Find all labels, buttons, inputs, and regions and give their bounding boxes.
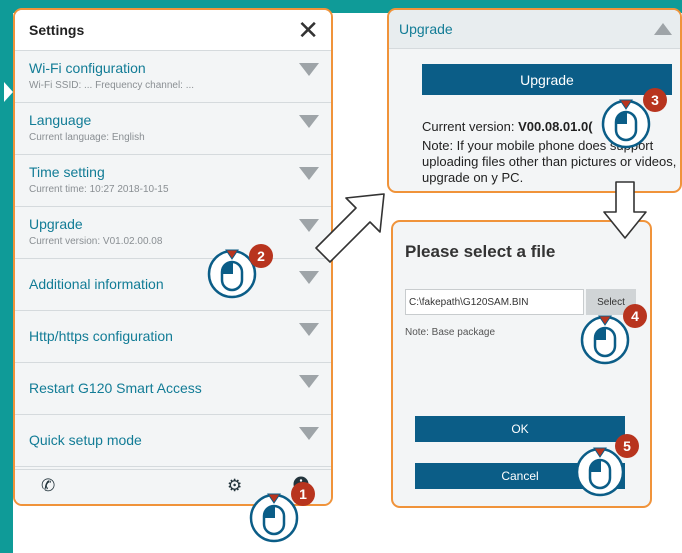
upgrade-button[interactable]: Upgrade [422, 64, 672, 95]
upgrade-title: Upgrade [399, 21, 453, 37]
menu-item-language[interactable]: Language Current language: English [15, 103, 331, 155]
chevron-down-icon[interactable] [299, 115, 319, 128]
version-label: Current version: [422, 119, 515, 134]
step-badge-1: 1 [291, 482, 315, 506]
menu-item-restart[interactable]: Restart G120 Smart Access [15, 363, 331, 415]
step-badge-3: 3 [643, 88, 667, 112]
settings-header: Settings ✕ [15, 10, 331, 51]
current-version: Current version: V00.08.01.0( [422, 119, 593, 134]
dialog-title: Please select a file [405, 242, 556, 261]
close-icon[interactable]: ✕ [297, 17, 319, 43]
menu-item-subtext: Current time: 10:27 2018-10-15 [29, 184, 169, 195]
flow-arrow-diagonal-icon [315, 193, 385, 263]
flow-arrow-down-icon [603, 181, 647, 239]
menu-item-label: Time setting [29, 164, 105, 180]
menu-item-label: Restart G120 Smart Access [29, 380, 202, 396]
chevron-up-icon[interactable] [654, 23, 672, 35]
file-path-input[interactable]: C:\fakepath\G120SAM.BIN [405, 289, 584, 315]
chevron-down-icon[interactable] [299, 63, 319, 76]
menu-item-quick-setup-mode[interactable]: Quick setup mode [15, 415, 331, 467]
gear-icon[interactable]: ⚙ [227, 476, 242, 496]
menu-item-subtext: Wi-Fi SSID: ... Frequency channel: ... [29, 80, 195, 91]
menu-item-upgrade[interactable]: Upgrade Current version: V01.02.00.08 [15, 207, 331, 259]
chevron-down-icon[interactable] [299, 323, 319, 336]
step-badge-5: 5 [615, 434, 639, 458]
menu-item-wifi-configuration[interactable]: Wi-Fi configuration Wi-Fi SSID: ... Freq… [15, 51, 331, 103]
step-badge-2: 2 [249, 244, 273, 268]
settings-title: Settings [29, 22, 85, 38]
menu-item-label: Quick setup mode [29, 432, 142, 448]
menu-item-label: Upgrade [29, 216, 83, 232]
chevron-down-icon[interactable] [299, 375, 319, 388]
left-notch-arrow [4, 82, 13, 102]
menu-item-time-setting[interactable]: Time setting Current time: 10:27 2018-10… [15, 155, 331, 207]
menu-item-label: Http/https configuration [29, 328, 173, 344]
upgrade-header[interactable]: Upgrade [389, 10, 680, 49]
step-badge-4: 4 [623, 304, 647, 328]
ok-button[interactable]: OK [415, 416, 625, 442]
menu-item-subtext: Current language: English [29, 132, 145, 143]
menu-item-label: Language [29, 112, 92, 128]
chevron-down-icon[interactable] [299, 167, 319, 180]
file-note: Note: Base package [405, 327, 496, 338]
chevron-down-icon[interactable] [299, 427, 319, 440]
menu-item-additional-information[interactable]: Additional information [15, 259, 331, 311]
phone-icon[interactable]: ✆ [41, 476, 55, 496]
chevron-down-icon[interactable] [299, 271, 319, 284]
menu-item-label: Wi-Fi configuration [29, 60, 146, 76]
menu-item-http-https-configuration[interactable]: Http/https configuration [15, 311, 331, 363]
version-value: V00.08.01.0( [518, 119, 593, 134]
settings-panel: Settings ✕ Wi-Fi configuration Wi-Fi SSI… [13, 8, 333, 506]
